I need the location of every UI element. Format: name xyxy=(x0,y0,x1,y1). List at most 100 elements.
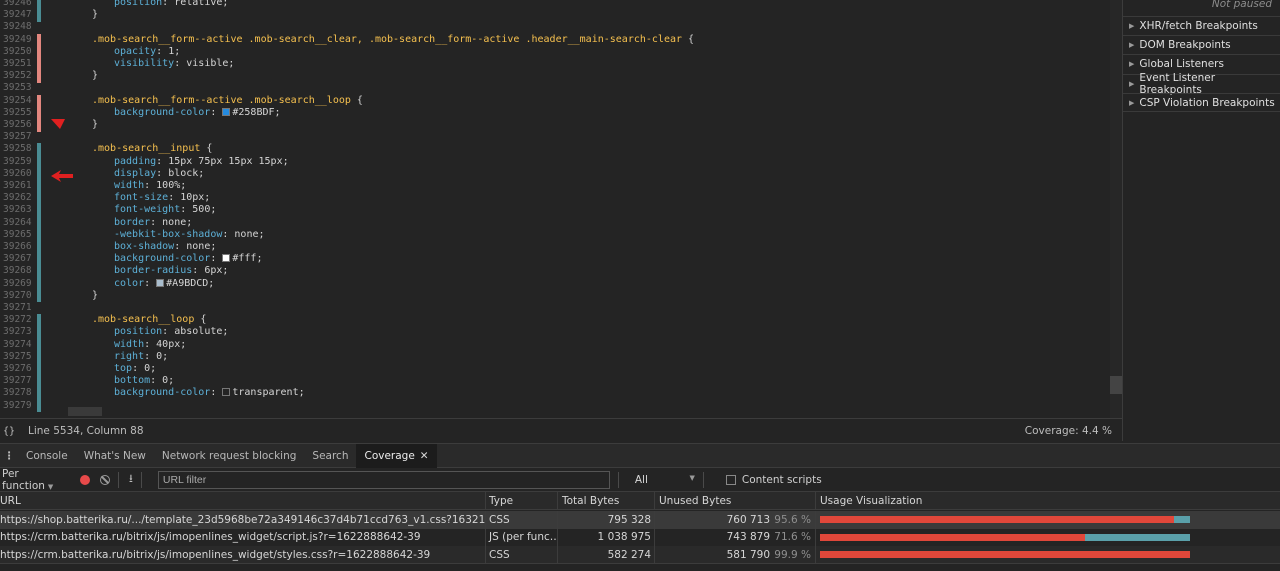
section-label: XHR/fetch Breakpoints xyxy=(1139,20,1258,32)
clear-icon[interactable] xyxy=(100,474,110,485)
line-number[interactable]: 39254 xyxy=(0,95,34,107)
line-number[interactable]: 39276 xyxy=(0,363,34,375)
line-number[interactable]: 39256 xyxy=(0,119,34,131)
line-number[interactable]: 39266 xyxy=(0,241,34,253)
coverage-marker xyxy=(37,119,41,132)
row-total-bytes: 1 038 975 xyxy=(558,528,655,546)
close-icon[interactable]: ✕ xyxy=(420,450,429,462)
line-number[interactable]: 39273 xyxy=(0,326,34,338)
pretty-print-icon[interactable]: {} xyxy=(0,426,20,437)
column-header-unused-bytes[interactable]: Unused Bytes xyxy=(655,492,816,509)
coverage-marker xyxy=(37,363,41,376)
section-xhr-breakpoints[interactable]: ▶ XHR/fetch Breakpoints xyxy=(1123,16,1280,35)
css-value: #A9BDCD; xyxy=(166,277,215,289)
line-number[interactable]: 39246 xyxy=(0,0,34,9)
coverage-marker xyxy=(37,192,41,205)
line-number[interactable]: 39270 xyxy=(0,290,34,302)
line-number[interactable]: 39271 xyxy=(0,302,34,314)
line-number[interactable]: 39257 xyxy=(0,131,34,143)
code-line: -webkit-box-shadow: none; xyxy=(114,229,265,241)
column-header-total-bytes[interactable]: Total Bytes xyxy=(558,492,655,509)
tab-console[interactable]: Console xyxy=(18,444,76,468)
line-number[interactable]: 39263 xyxy=(0,204,34,216)
column-header-url[interactable]: URL xyxy=(0,492,486,509)
horizontal-scrollbar[interactable] xyxy=(68,407,102,416)
line-number[interactable]: 39251 xyxy=(0,58,34,70)
line-number[interactable]: 39265 xyxy=(0,229,34,241)
line-number[interactable]: 39259 xyxy=(0,156,34,168)
usage-bar-track xyxy=(820,516,1280,524)
coverage-mode-select[interactable]: Per function ▼ xyxy=(0,468,72,492)
row-unused-percent: 99.9 % xyxy=(774,548,811,561)
css-property: font-weight xyxy=(114,204,181,216)
content-scripts-checkbox[interactable]: Content scripts xyxy=(725,473,822,486)
type-filter-select[interactable]: All ▼ xyxy=(635,474,695,486)
line-number[interactable]: 39267 xyxy=(0,253,34,265)
css-value: : xyxy=(144,277,157,289)
tab-coverage[interactable]: Coverage ✕ xyxy=(356,443,437,468)
table-row[interactable]: https://shop.batterika.ru/.../template_2… xyxy=(0,511,1280,529)
export-icon[interactable]: ⭳ xyxy=(129,470,133,489)
coverage-marker xyxy=(37,289,41,303)
tab-search[interactable]: Search xyxy=(304,444,356,468)
line-number[interactable]: 39261 xyxy=(0,180,34,192)
line-number[interactable]: 39269 xyxy=(0,278,34,290)
row-type: JS (per func… xyxy=(486,528,558,546)
line-number[interactable]: 39260 xyxy=(0,168,34,180)
tab-network-request-blocking[interactable]: Network request blocking xyxy=(154,444,305,468)
line-number[interactable]: 39277 xyxy=(0,375,34,387)
drawer-menu-icon[interactable]: ⋮ xyxy=(0,450,18,462)
line-number[interactable]: 39275 xyxy=(0,351,34,363)
section-event-listener-breakpoints[interactable]: ▶ Event Listener Breakpoints xyxy=(1123,72,1280,96)
code-line: border-radius: 6px; xyxy=(114,265,228,277)
usage-bar-unused xyxy=(820,516,1174,524)
source-editor[interactable]: 39246 39247 39248 39249 39250 39251 39252 39253… xyxy=(0,0,1110,418)
color-swatch-icon[interactable] xyxy=(222,107,231,116)
record-icon[interactable] xyxy=(80,474,90,485)
table-row[interactable]: https://crm.batterika.ru/bitrix/js/imope… xyxy=(0,546,1280,564)
section-csp-violation-breakpoints[interactable]: ▶ CSP Violation Breakpoints xyxy=(1123,93,1280,112)
column-header-type[interactable]: Type xyxy=(486,492,558,509)
line-number[interactable]: 39253 xyxy=(0,82,34,94)
line-number[interactable]: 39274 xyxy=(0,339,34,351)
css-value: : xyxy=(210,387,223,399)
css-value: : none; xyxy=(150,216,193,228)
line-number[interactable]: 39255 xyxy=(0,107,34,119)
table-row[interactable]: https://crm.batterika.ru/bitrix/js/imope… xyxy=(0,528,1280,546)
line-number[interactable]: 39252 xyxy=(0,70,34,82)
line-number[interactable]: 39268 xyxy=(0,265,34,277)
line-number[interactable]: 39249 xyxy=(0,34,34,46)
line-number[interactable]: 39278 xyxy=(0,387,34,399)
section-label: DOM Breakpoints xyxy=(1139,39,1231,51)
color-swatch-icon[interactable] xyxy=(156,278,165,287)
section-dom-breakpoints[interactable]: ▶ DOM Breakpoints xyxy=(1123,35,1280,54)
table-header: URL Type Total Bytes Unused Bytes Usage … xyxy=(0,492,1280,510)
code-line: visibility: visible; xyxy=(114,58,234,70)
editor-scroll-track[interactable] xyxy=(1110,0,1122,418)
section-global-listeners[interactable]: ▶ Global Listeners xyxy=(1123,54,1280,73)
row-type: CSS xyxy=(486,511,558,529)
line-number[interactable]: 39279 xyxy=(0,400,34,412)
column-header-usage-visualization[interactable]: Usage Visualization xyxy=(816,492,1280,509)
code-line: display: block; xyxy=(114,168,204,180)
content-scripts-label: Content scripts xyxy=(741,473,822,486)
code-line: } xyxy=(92,119,98,131)
url-filter-input[interactable] xyxy=(157,470,610,489)
color-swatch-icon[interactable] xyxy=(222,254,231,263)
css-property: bottom xyxy=(114,375,151,387)
css-property: border xyxy=(114,216,151,228)
vertical-scrollbar[interactable] xyxy=(1110,376,1122,394)
tab-whats-new[interactable]: What's New xyxy=(76,444,154,468)
code-area[interactable]: position: relative;} .mob-search__form--a… xyxy=(48,0,1110,418)
color-swatch-icon[interactable] xyxy=(222,388,231,397)
css-selector: .mob-search__form--active .mob-search__l… xyxy=(92,94,357,106)
line-number[interactable]: 39250 xyxy=(0,46,34,58)
line-number[interactable]: 39272 xyxy=(0,314,34,326)
line-number[interactable]: 39247 xyxy=(0,9,34,21)
line-number[interactable]: 39262 xyxy=(0,192,34,204)
checkbox-box[interactable] xyxy=(725,474,736,485)
line-number[interactable]: 39258 xyxy=(0,143,34,155)
line-number[interactable]: 39264 xyxy=(0,217,34,229)
line-gutter[interactable]: 39246 39247 39248 39249 39250 39251 39252 39253… xyxy=(0,0,42,418)
line-number[interactable]: 39248 xyxy=(0,21,34,33)
